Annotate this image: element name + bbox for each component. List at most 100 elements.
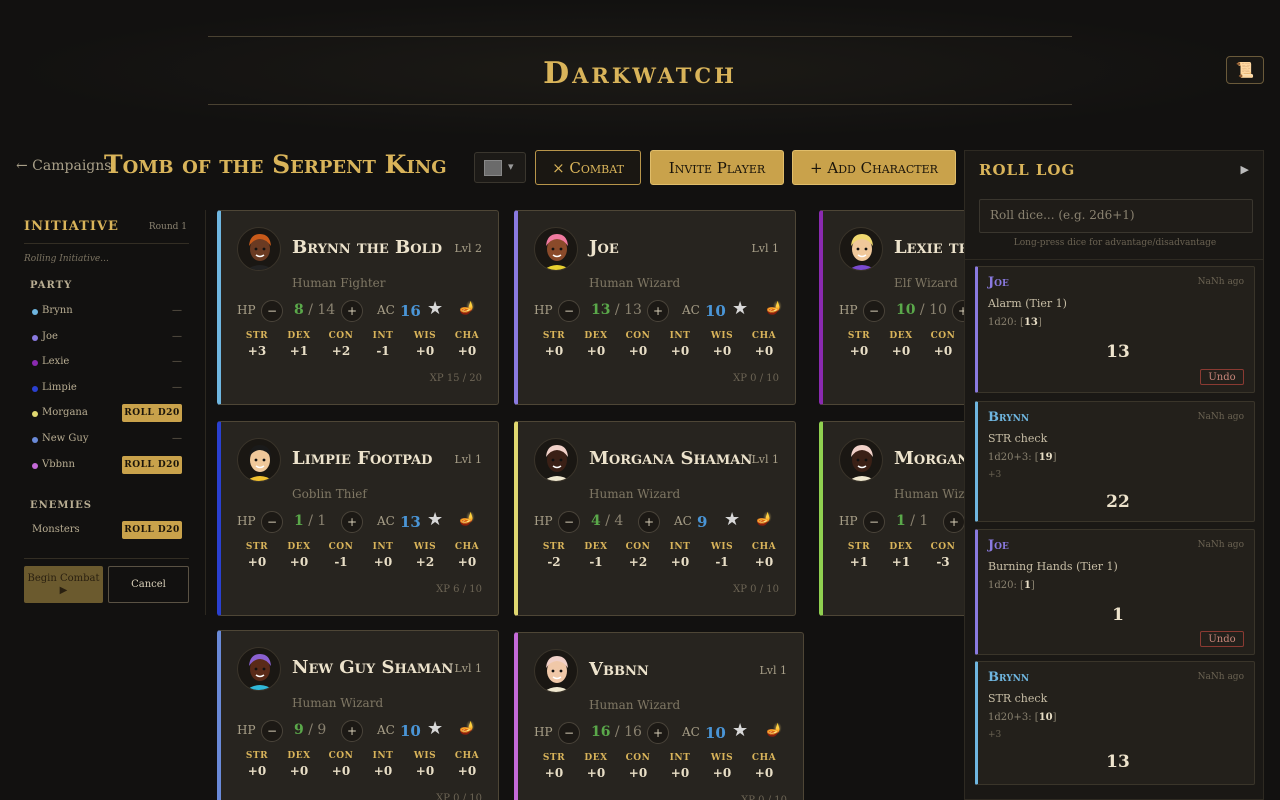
ability-wis[interactable]: WIS +2 (405, 542, 445, 578)
ability-modifier: +0 (712, 344, 732, 358)
lamp-icon[interactable]: 🪔 (756, 512, 772, 527)
ability-wis[interactable]: WIS +0 (702, 753, 742, 789)
ability-str[interactable]: STR +1 (839, 542, 879, 578)
lamp-icon[interactable]: 🪔 (459, 721, 475, 736)
roll-d20-button[interactable]: ROLL D20 (122, 521, 182, 539)
ability-con[interactable]: CON +2 (321, 331, 361, 367)
ability-str[interactable]: STR +0 (237, 542, 277, 578)
hp-decrement-button[interactable]: − (558, 511, 580, 533)
ability-cha[interactable]: CHA +0 (447, 542, 487, 578)
roll-d20-button[interactable]: ROLL D20 (122, 404, 182, 422)
collapse-arrow-icon[interactable]: ▶ (1241, 163, 1249, 176)
ability-str[interactable]: STR +0 (237, 751, 277, 787)
hp-decrement-button[interactable]: − (261, 511, 283, 533)
ability-dex[interactable]: DEX +0 (576, 331, 616, 367)
hp-label: HP (839, 514, 858, 528)
star-icon[interactable]: ★ (732, 298, 748, 319)
ability-int[interactable]: INT -1 (363, 331, 403, 367)
star-icon[interactable]: ★ (427, 718, 443, 739)
ability-dex[interactable]: DEX +1 (279, 331, 319, 367)
hp-decrement-button[interactable]: − (558, 722, 580, 744)
ability-dex[interactable]: DEX +0 (279, 542, 319, 578)
lamp-icon[interactable]: 🪔 (459, 301, 475, 316)
combat-button[interactable]: × Combat (535, 150, 641, 185)
ability-cha[interactable]: CHA +0 (744, 542, 784, 578)
ability-int[interactable]: INT +0 (660, 331, 700, 367)
add-character-button[interactable]: + Add Character (792, 150, 956, 185)
invite-player-button[interactable]: Invite Player (650, 150, 784, 185)
begin-combat-button[interactable]: Begin Combat ▶ (24, 566, 103, 603)
hp-decrement-button[interactable]: − (261, 720, 283, 742)
ability-wis[interactable]: WIS -1 (702, 542, 742, 578)
hp-value: 16 / 16 (591, 724, 642, 740)
ability-modifier: +0 (247, 555, 267, 569)
ability-con[interactable]: CON +0 (618, 753, 658, 789)
hp-increment-button[interactable]: + (943, 511, 965, 533)
ability-str[interactable]: STR +0 (839, 331, 879, 367)
ability-str[interactable]: STR +0 (534, 753, 574, 789)
ability-con[interactable]: CON +0 (618, 331, 658, 367)
ability-int[interactable]: INT +0 (660, 753, 700, 789)
ability-wis[interactable]: WIS +0 (405, 331, 445, 367)
hp-max: 13 (624, 302, 642, 318)
hp-decrement-button[interactable]: − (261, 300, 283, 322)
campaign-image-picker[interactable]: ▾ (474, 152, 526, 183)
roll-d20-button[interactable]: ROLL D20 (122, 456, 182, 474)
ability-cha[interactable]: CHA +0 (744, 331, 784, 367)
ability-dex[interactable]: DEX +1 (881, 542, 921, 578)
ability-con[interactable]: CON -1 (321, 542, 361, 578)
ability-int[interactable]: INT +0 (363, 542, 403, 578)
star-icon[interactable]: ★ (427, 509, 443, 530)
hp-label: HP (534, 514, 553, 528)
ability-int[interactable]: INT +0 (363, 751, 403, 787)
back-to-campaigns-link[interactable]: ← Campaigns (16, 158, 111, 174)
image-swatch (484, 160, 502, 176)
character-card[interactable]: Limpie Footpad Lvl 1 Goblin Thief HP −1 / 1 +… (217, 421, 499, 616)
scroll-button[interactable]: 📜 (1226, 56, 1264, 84)
hp-increment-button[interactable]: + (647, 300, 669, 322)
character-card[interactable]: Vbbnn Lvl 1 Human Wizard HP −16 / 16 + AC 10 ★ 🪔 S… (514, 632, 804, 800)
lamp-icon[interactable]: 🪔 (766, 301, 782, 316)
xp-counter: XP 0 / 10 (436, 793, 482, 800)
undo-button[interactable]: Undo (1200, 369, 1244, 385)
star-icon[interactable]: ★ (724, 509, 740, 530)
cancel-button[interactable]: Cancel (108, 566, 189, 603)
ability-wis[interactable]: WIS +0 (702, 331, 742, 367)
ability-wis[interactable]: WIS +0 (405, 751, 445, 787)
ability-int[interactable]: INT +0 (660, 542, 700, 578)
character-card[interactable]: Morgana Shaman Lvl 1 Human Wizard HP −4 / 4 +… (514, 421, 796, 616)
hp-decrement-button[interactable]: − (863, 511, 885, 533)
ability-con[interactable]: CON +2 (618, 542, 658, 578)
ability-cha[interactable]: CHA +0 (447, 331, 487, 367)
ability-dex[interactable]: DEX +0 (279, 751, 319, 787)
character-card[interactable]: Joe Lvl 1 Human Wizard HP −13 / 13 + AC 10 ★ 🪔 STR… (514, 210, 796, 405)
lamp-icon[interactable]: 🪔 (459, 512, 475, 527)
hp-increment-button[interactable]: + (341, 720, 363, 742)
hp-increment-button[interactable]: + (341, 511, 363, 533)
ability-modifier: +0 (373, 764, 393, 778)
lamp-icon[interactable]: 🪔 (766, 723, 782, 738)
ability-str[interactable]: STR +0 (534, 331, 574, 367)
ability-label: CHA (454, 542, 480, 552)
star-icon[interactable]: ★ (732, 720, 748, 741)
ability-cha[interactable]: CHA +0 (744, 753, 784, 789)
star-icon[interactable]: ★ (427, 298, 443, 319)
ability-str[interactable]: STR -2 (534, 542, 574, 578)
ability-dex[interactable]: DEX +0 (881, 331, 921, 367)
ability-dex[interactable]: DEX -1 (576, 542, 616, 578)
hp-increment-button[interactable]: + (341, 300, 363, 322)
ability-con[interactable]: CON +0 (321, 751, 361, 787)
character-card[interactable]: Brynn the Bold Lvl 2 Human Fighter HP −8 / 1… (217, 210, 499, 405)
hp-increment-button[interactable]: + (647, 722, 669, 744)
undo-button[interactable]: Undo (1200, 631, 1244, 647)
ability-con[interactable]: CON -3 (923, 542, 963, 578)
ability-cha[interactable]: CHA +0 (447, 751, 487, 787)
ability-con[interactable]: CON +0 (923, 331, 963, 367)
hp-decrement-button[interactable]: − (558, 300, 580, 322)
ability-str[interactable]: STR +3 (237, 331, 277, 367)
dice-input[interactable]: Roll dice... (e.g. 2d6+1) (979, 199, 1253, 233)
hp-increment-button[interactable]: + (638, 511, 660, 533)
character-card[interactable]: New Guy Shaman Lvl 1 Human Wizard HP −9 / 9 +… (217, 630, 499, 800)
hp-decrement-button[interactable]: − (863, 300, 885, 322)
ability-dex[interactable]: DEX +0 (576, 753, 616, 789)
